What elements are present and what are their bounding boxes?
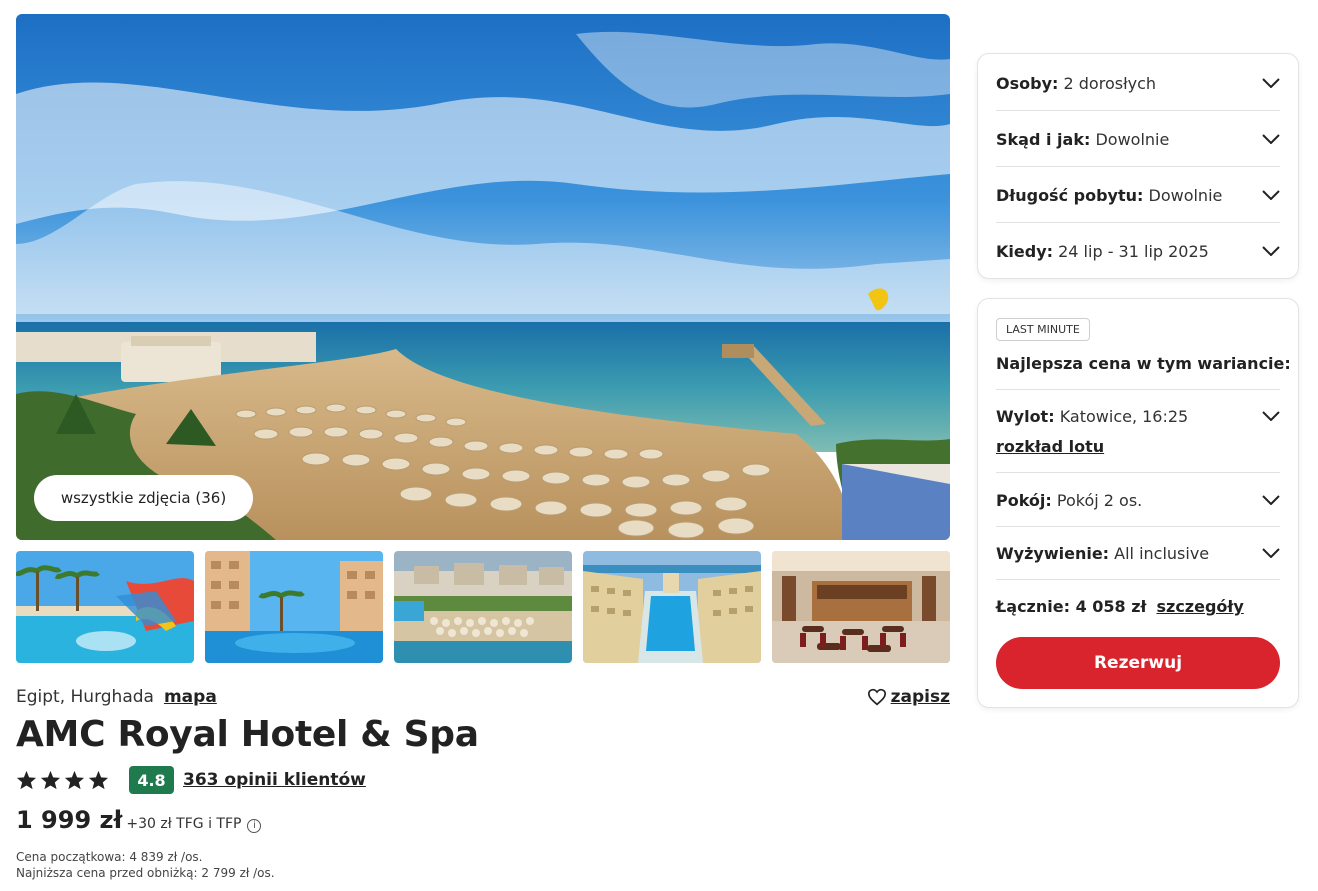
chevron-down-icon [1262,495,1280,505]
divider [996,389,1280,390]
chevron-down-icon [1262,411,1280,421]
price-notes: Cena początkowa: 4 839 zł /os. Najniższa… [16,849,275,881]
divider [996,579,1280,580]
offer-panel: LAST MINUTE Najlepsza cena w tym warianc… [977,298,1299,708]
divider [996,110,1280,111]
flight-selector[interactable]: Wylot: Katowice, 16:25 [996,403,1280,429]
save-button[interactable]: zapisz [867,687,950,707]
room-value: Pokój 2 os. [1056,490,1143,510]
thumbnail-pool-between-buildings[interactable] [583,551,761,663]
chevron-down-icon [1262,548,1280,558]
star-icon [16,770,37,790]
chevron-down-icon [1262,190,1280,200]
filter-value: 24 lip - 31 lip 2025 [1058,241,1209,261]
price-details-link[interactable]: szczegóły [1156,597,1243,616]
thumbnail-strip [16,551,950,663]
star-icon [40,770,61,790]
thumbnail-pool-slides[interactable] [16,551,194,663]
total-amount: Łącznie: 4 058 zł [996,597,1147,616]
divider [996,472,1280,473]
star-rating [16,770,109,790]
thumbnail-hotel-pool[interactable] [205,551,383,663]
flight-schedule-link[interactable]: rozkład lotu [996,437,1104,456]
map-link[interactable]: mapa [164,687,217,707]
board-value: All inclusive [1114,543,1210,563]
divider [996,526,1280,527]
filter-persons[interactable]: Osoby: 2 dorosłych [996,70,1280,96]
thumbnail-aerial-beach[interactable] [394,551,572,663]
star-icon [64,770,85,790]
filter-value: Dowolnie [1095,129,1170,149]
board-label: Wyżywienie: [996,543,1110,563]
search-filters-panel: Osoby: 2 dorosłych Skąd i jak: Dowolnie … [977,53,1299,279]
chevron-down-icon [1262,246,1280,256]
room-label: Pokój: [996,490,1052,510]
filter-dates[interactable]: Kiedy: 24 lip - 31 lip 2025 [996,238,1280,264]
price-extra-fees: +30 zł TFG i TFP [126,816,242,832]
filter-label: Osoby: [996,73,1059,93]
board-selector[interactable]: Wyżywienie: All inclusive [996,540,1280,566]
price-per-person: 1 999 zł [16,806,123,834]
heart-icon [867,688,886,706]
info-icon[interactable]: i [247,818,262,833]
initial-price: Cena początkowa: 4 839 zł /os. [16,850,203,864]
reviews-link[interactable]: 363 opinii klientów [183,770,366,790]
star-icon [88,770,109,790]
chevron-down-icon [1262,134,1280,144]
hotel-location: Egipt, Hurghada mapa [16,687,217,707]
divider [996,222,1280,223]
lowest-price-before-discount: Najniższa cena przed obniżką: 2 799 zł /… [16,866,275,880]
divider [996,166,1280,167]
filter-stay-length[interactable]: Długość pobytu: Dowolnie [996,182,1280,208]
filter-label: Skąd i jak: [996,129,1091,149]
rating-row: 4.8 363 opinii klientów [16,766,366,794]
all-photos-button[interactable]: wszystkie zdjęcia (36) [34,475,253,521]
filter-value: Dowolnie [1148,185,1223,205]
chevron-down-icon [1262,78,1280,88]
location-text: Egipt, Hurghada [16,687,154,707]
price-row: 1 999 zł +30 zł TFG i TFP i [16,806,262,834]
review-score-badge: 4.8 [129,766,174,794]
last-minute-badge: LAST MINUTE [996,318,1090,341]
book-button[interactable]: Rezerwuj [996,637,1280,689]
save-label: zapisz [890,687,950,707]
filter-label: Kiedy: [996,241,1054,261]
thumbnail-restaurant-bar[interactable] [772,551,950,663]
filter-departure[interactable]: Skąd i jak: Dowolnie [996,126,1280,152]
main-photo[interactable]: wszystkie zdjęcia (36) [16,14,950,540]
best-price-heading: Najlepsza cena w tym wariancie: [996,354,1291,373]
total-price: Łącznie: 4 058 zł szczegóły [996,597,1244,616]
flight-value: Katowice, 16:25 [1059,406,1189,426]
filter-value: 2 dorosłych [1063,73,1157,93]
room-selector[interactable]: Pokój: Pokój 2 os. [996,487,1280,513]
flight-label: Wylot: [996,406,1055,426]
filter-label: Długość pobytu: [996,185,1144,205]
hotel-name: AMC Royal Hotel & Spa [16,714,479,755]
